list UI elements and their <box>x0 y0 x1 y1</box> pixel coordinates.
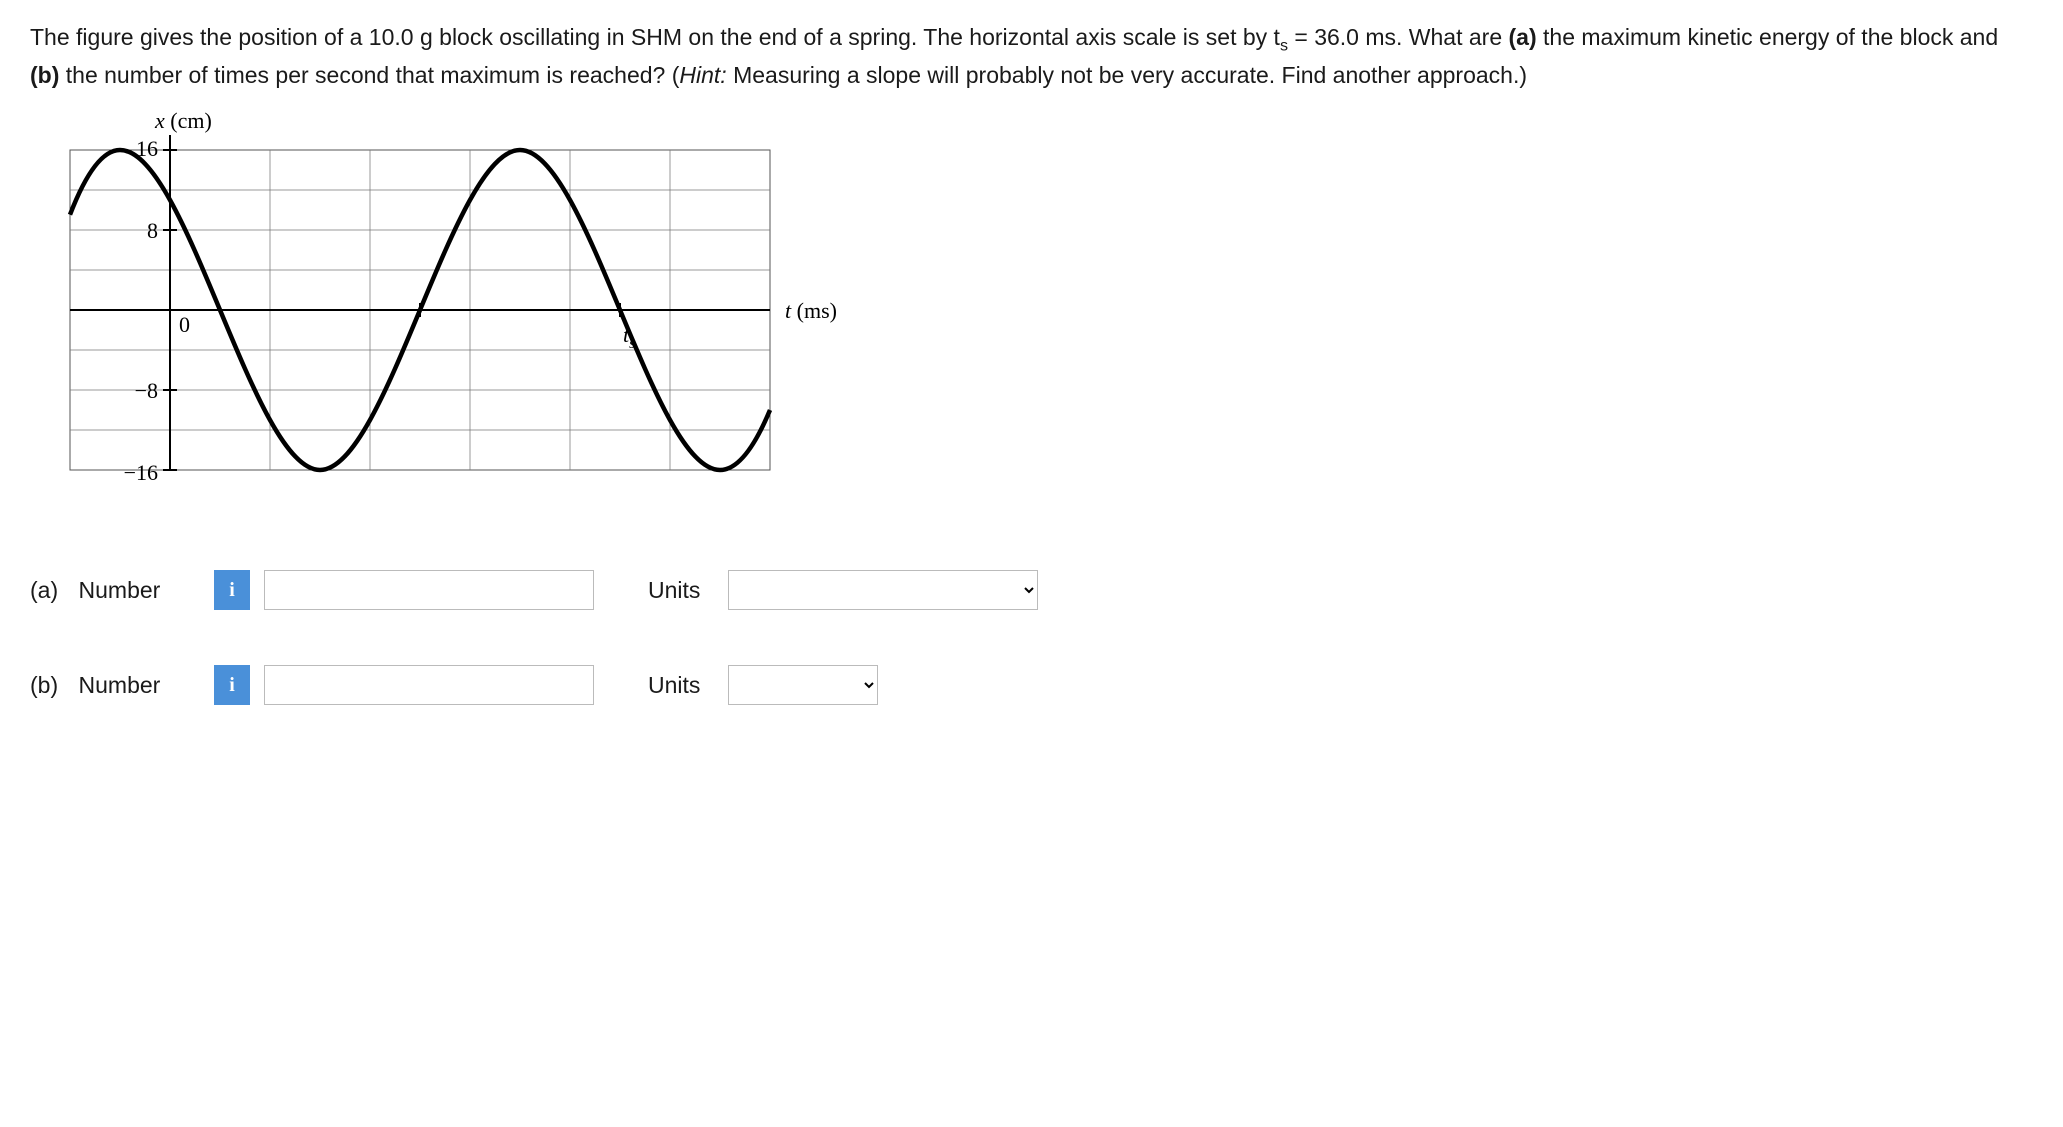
shm-plot: x (cm) 16 8 0 −8 −16 ts t (ms) <box>50 110 890 530</box>
figure: x (cm) 16 8 0 −8 −16 ts t (ms) <box>50 110 2033 510</box>
part-a-label: (a) Number <box>30 573 200 608</box>
answer-b-number-input[interactable] <box>264 665 594 705</box>
x-axis-label: t (ms) <box>785 298 837 323</box>
answer-a-units-select[interactable] <box>728 570 1038 610</box>
q-seg-2: = 36.0 ms. What are <box>1288 24 1509 50</box>
y-axis-label: x (cm) <box>154 110 212 133</box>
answer-row-a: (a) Number i Units <box>30 570 2033 610</box>
q-seg-sub: s <box>1280 37 1288 55</box>
q-bold-b: (b) <box>30 62 59 88</box>
ytick-0: 0 <box>179 312 190 337</box>
info-icon[interactable]: i <box>214 570 250 610</box>
answer-row-b: (b) Number i Units <box>30 665 2033 705</box>
ytick-m16: −16 <box>124 460 158 485</box>
ytick-m8: −8 <box>135 378 158 403</box>
ts-label: ts <box>623 322 635 352</box>
q-hint: Hint: <box>679 62 726 88</box>
q-seg-1: The figure gives the position of a 10.0 … <box>30 24 1280 50</box>
q-seg-3: the maximum kinetic energy of the block … <box>1537 24 1999 50</box>
units-label-b: Units <box>648 668 700 703</box>
q-seg-5: Measuring a slope will probably not be v… <box>727 62 1527 88</box>
info-icon[interactable]: i <box>214 665 250 705</box>
question-text: The figure gives the position of a 10.0 … <box>30 20 2033 92</box>
ytick-8: 8 <box>147 218 158 243</box>
ytick-16: 16 <box>136 136 158 161</box>
q-seg-4: the number of times per second that maxi… <box>59 62 679 88</box>
part-b-label: (b) Number <box>30 668 200 703</box>
answer-b-units-select[interactable] <box>728 665 878 705</box>
answer-section: (a) Number i Units (b) Number i Units <box>30 570 2033 705</box>
q-bold-a: (a) <box>1509 24 1537 50</box>
answer-a-number-input[interactable] <box>264 570 594 610</box>
units-label-a: Units <box>648 573 700 608</box>
